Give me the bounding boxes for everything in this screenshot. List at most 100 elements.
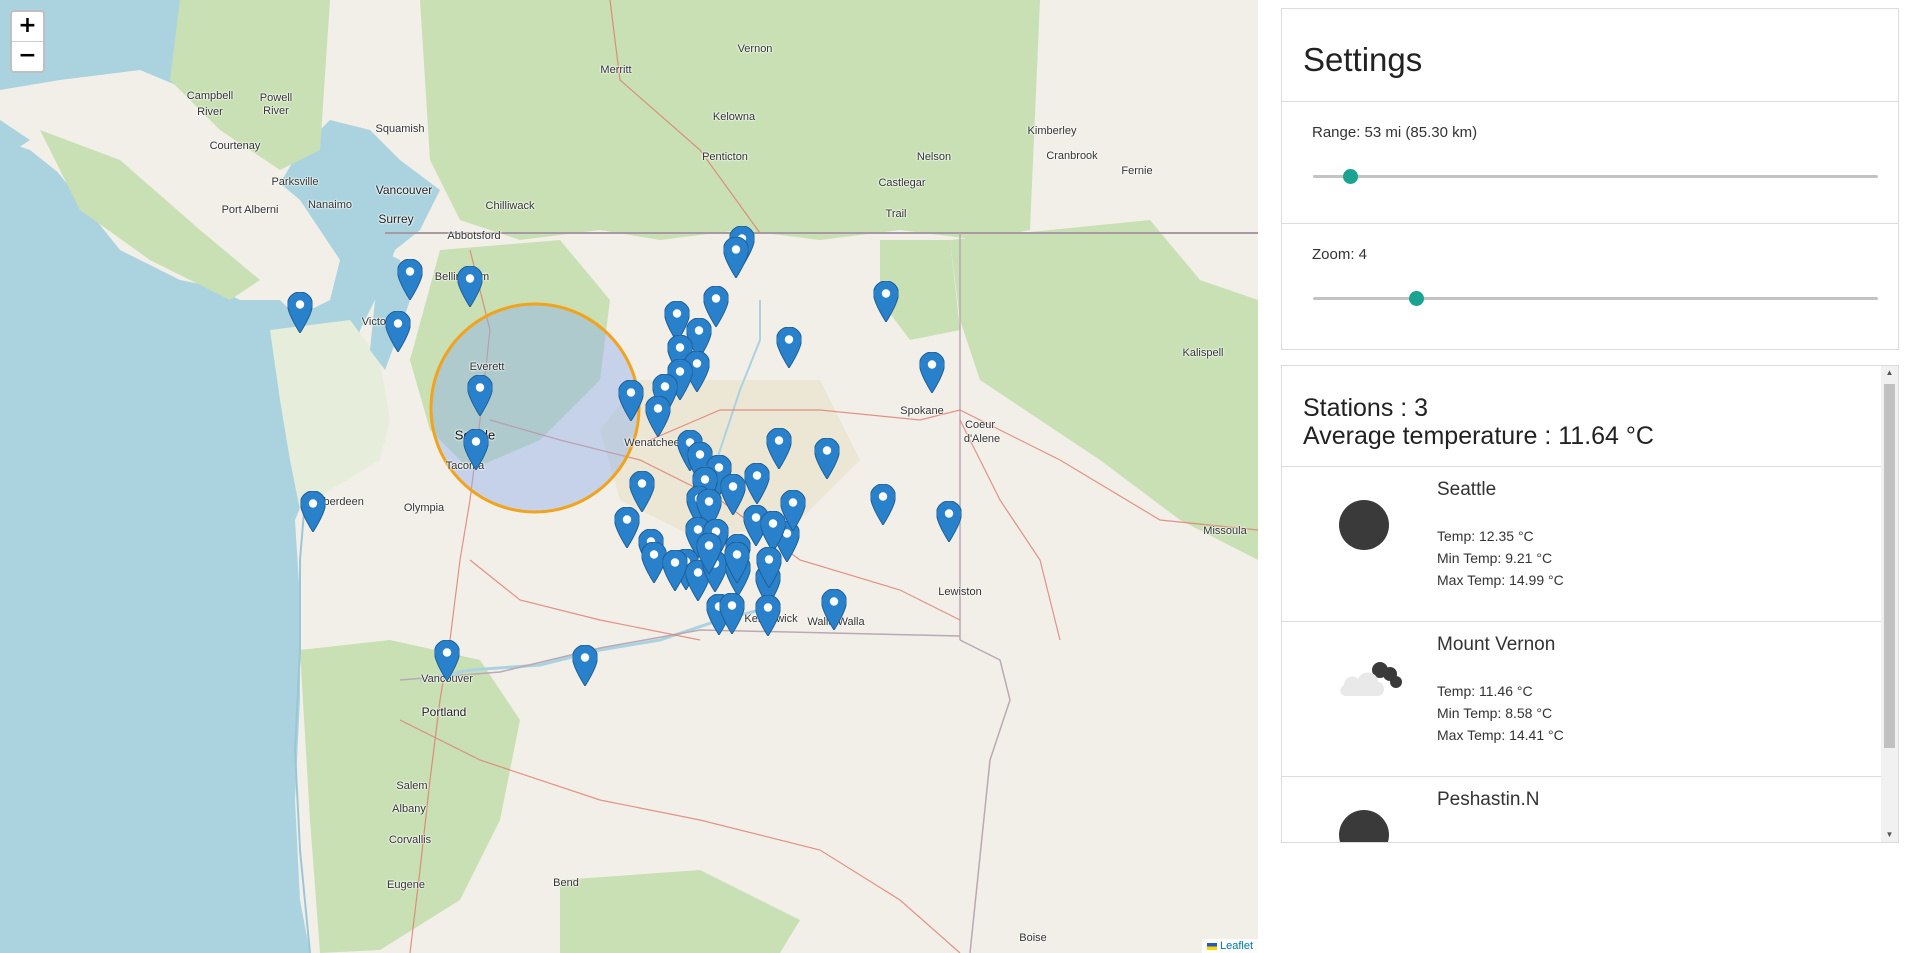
station-marker-icon[interactable] — [661, 549, 689, 592]
station-marker-icon[interactable] — [743, 462, 771, 505]
station-name: Mount Vernon — [1437, 634, 1556, 655]
map-place-label: Campbell — [186, 90, 234, 102]
station-marker-icon[interactable] — [384, 310, 412, 353]
stations-summary: Stations : 3 Average temperature : 11.64… — [1282, 366, 1898, 467]
zoom-control: + − — [10, 10, 45, 73]
scroll-up-icon[interactable]: ▲ — [1881, 366, 1898, 380]
station-marker-icon[interactable] — [754, 594, 782, 637]
station-marker-icon[interactable] — [396, 258, 424, 301]
map-attribution[interactable]: Leaflet — [1201, 939, 1258, 953]
map-place-label: Vancouver — [375, 183, 433, 197]
stations-count: Stations : 3 — [1303, 394, 1429, 422]
map-place-label: Lewiston — [938, 586, 982, 598]
station-marker-icon[interactable] — [722, 236, 750, 279]
map-place-label: Castlegar — [878, 177, 926, 189]
station-marker-icon[interactable] — [755, 546, 783, 589]
zoom-setting: Zoom: 4 — [1282, 224, 1898, 346]
range-slider[interactable] — [1313, 169, 1878, 184]
station-marker-icon[interactable] — [456, 265, 484, 308]
map-place-label: Penticton — [702, 151, 748, 163]
stations-scrollbar[interactable]: ▲ ▼ — [1881, 366, 1898, 842]
map-place-label: Surrey — [378, 212, 414, 226]
station-marker-icon[interactable] — [628, 470, 656, 513]
station-marker-icon[interactable] — [765, 427, 793, 470]
station-marker-icon[interactable] — [820, 588, 848, 631]
map-place-label: Portland — [421, 705, 467, 719]
ukraine-flag-icon — [1206, 942, 1217, 950]
map-view[interactable]: + − Campbell River Powell River Squamish Cour… — [0, 0, 1258, 953]
range-slider-thumb[interactable] — [1342, 169, 1358, 184]
station-marker-icon[interactable] — [433, 639, 461, 682]
station-temp: Temp: 12.35 °C — [1437, 528, 1534, 544]
night-clear-icon — [1336, 497, 1392, 553]
map-place-label: Cranbrook — [1046, 150, 1098, 162]
station-marker-icon[interactable] — [462, 428, 490, 471]
night-clear-icon — [1336, 807, 1392, 842]
station-marker-icon[interactable] — [813, 437, 841, 480]
station-marker-icon[interactable] — [719, 473, 747, 516]
map-place-label: Courtenay — [209, 140, 261, 152]
map-place-label: Merritt — [600, 64, 632, 76]
station-marker-icon[interactable] — [613, 506, 641, 549]
station-marker-icon[interactable] — [466, 374, 494, 417]
map-place-label: Spokane — [900, 405, 944, 417]
average-temperature: Average temperature : 11.64 °C — [1303, 422, 1654, 450]
station-max-temp: Max Temp: 14.99 °C — [1437, 572, 1564, 588]
station-marker-icon[interactable] — [935, 500, 963, 543]
station-list-item[interactable]: Peshastin.N — [1282, 777, 1898, 842]
range-label: Range: 53 mi (85.30 km) — [1312, 124, 1478, 141]
settings-header: Settings — [1282, 9, 1898, 102]
map-place-label: Corvallis — [388, 834, 432, 846]
station-marker-icon[interactable] — [779, 489, 807, 532]
station-marker-icon[interactable] — [299, 490, 327, 533]
zoom-label: Zoom: 4 — [1312, 246, 1368, 263]
cloudy-night-icon — [1336, 652, 1402, 708]
attribution-link[interactable]: Leaflet — [1220, 940, 1253, 952]
scroll-down-icon[interactable]: ▼ — [1881, 828, 1898, 842]
map-place-label: Kelowna — [712, 111, 756, 123]
map-place-label: Port Alberni — [221, 204, 279, 216]
station-marker-icon[interactable] — [869, 483, 897, 526]
map-place-label: d'Alene — [963, 433, 1001, 445]
station-temp: Temp: 11.46 °C — [1437, 683, 1533, 699]
map-place-label: Coeur — [965, 419, 995, 431]
station-min-temp: Min Temp: 8.58 °C — [1437, 705, 1553, 721]
map-place-label: Fernie — [1121, 165, 1153, 177]
station-marker-icon[interactable] — [718, 592, 746, 635]
settings-panel: Settings Range: 53 mi (85.30 km) Zoom: 4 — [1281, 8, 1899, 350]
zoom-in-button[interactable]: + — [12, 12, 43, 41]
station-marker-icon[interactable] — [571, 644, 599, 687]
zoom-slider[interactable] — [1313, 291, 1878, 306]
station-marker-icon[interactable] — [695, 532, 723, 575]
map-place-label: Salem — [396, 780, 428, 792]
stations-panel[interactable]: Stations : 3 Average temperature : 11.64… — [1281, 365, 1899, 843]
station-marker-icon[interactable] — [617, 379, 645, 422]
station-temps: Temp: 12.35 °C Min Temp: 9.21 °C Max Temp:… — [1437, 525, 1564, 591]
station-marker-icon[interactable] — [775, 326, 803, 369]
map-place-label: Parksville — [271, 176, 319, 188]
station-list: Seattle Temp: 12.35 °C Min Temp: 9.21 °C Ma… — [1282, 467, 1898, 842]
map-place-label: Eugene — [387, 879, 425, 891]
map-place-label: Wenatchee — [624, 437, 680, 449]
map-place-label: Everett — [469, 361, 505, 373]
station-temps: Temp: 11.46 °C Min Temp: 8.58 °C Max Temp:… — [1437, 680, 1564, 746]
zoom-out-button[interactable]: − — [12, 41, 43, 71]
station-list-item[interactable]: Mount Vernon Temp: 11.46 °C Min Temp: 8.58… — [1282, 622, 1898, 777]
scrollbar-thumb[interactable] — [1884, 384, 1895, 748]
map-place-label: Powell — [259, 92, 293, 104]
station-marker-icon[interactable] — [872, 280, 900, 323]
map-place-label: Missoula — [1203, 525, 1247, 537]
map-place-label: Abbotsford — [447, 230, 501, 242]
map-place-label: Albany — [392, 803, 426, 815]
zoom-slider-thumb[interactable] — [1409, 291, 1425, 306]
station-marker-icon[interactable] — [644, 395, 672, 438]
station-list-item[interactable]: Seattle Temp: 12.35 °C Min Temp: 9.21 °C Ma… — [1282, 467, 1898, 622]
station-max-temp: Max Temp: 14.41 °C — [1437, 727, 1564, 743]
station-marker-icon[interactable] — [918, 351, 946, 394]
map-place-label: Bend — [553, 877, 579, 889]
map-place-label: Boise — [1019, 932, 1047, 944]
station-marker-icon[interactable] — [723, 541, 751, 584]
settings-title: Settings — [1303, 41, 1423, 78]
station-marker-icon[interactable] — [286, 291, 314, 334]
map-place-label: River — [263, 105, 289, 117]
